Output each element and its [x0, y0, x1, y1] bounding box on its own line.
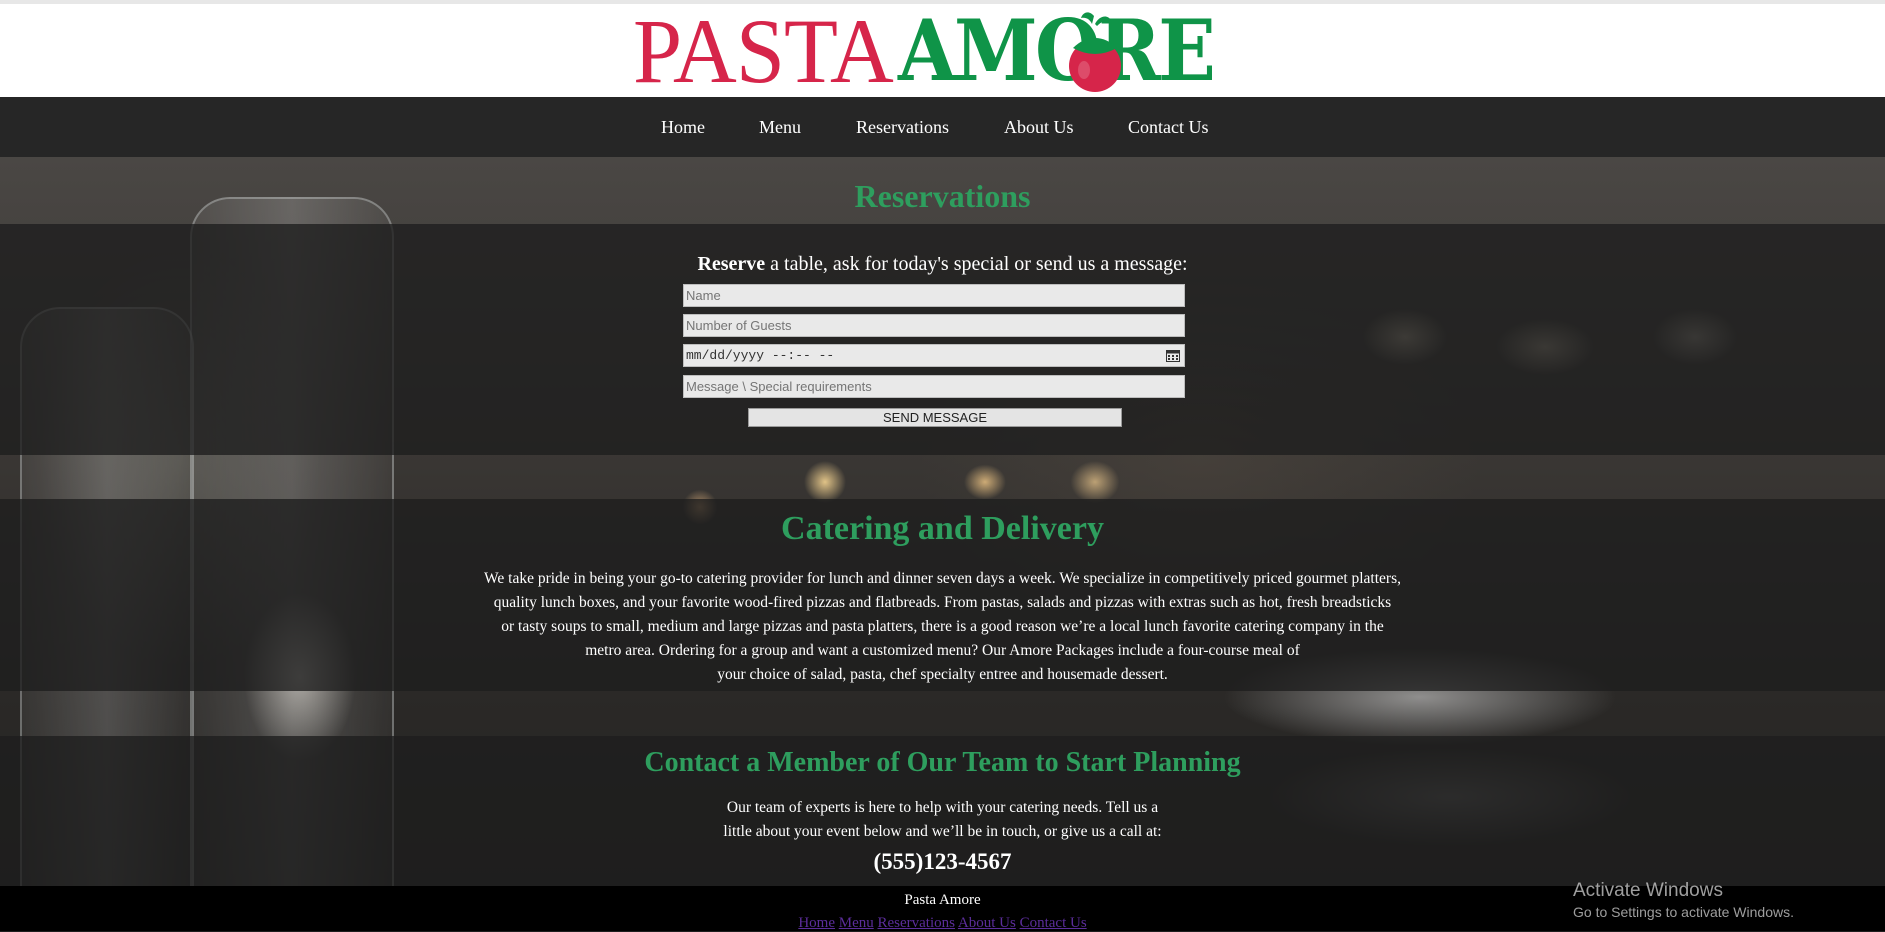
reservations-title: Reservations — [854, 178, 1031, 214]
contact-title: Contact a Member of Our Team to Start Pl… — [644, 747, 1241, 778]
logo-amore-text: AMORE — [897, 1, 1216, 100]
catering-line: We take pride in being your go-to cateri… — [484, 570, 1401, 587]
site-logo[interactable]: PASTA AMORE — [633, 0, 1239, 102]
nav-about-us[interactable]: About Us — [1004, 117, 1074, 138]
catering-line: quality lunch boxes, and your favorite w… — [493, 594, 1392, 611]
reserve-bold-text: Reserve — [697, 253, 766, 275]
logo-pasta-text: PASTA — [633, 0, 894, 102]
catering-title: Catering and Delivery — [781, 510, 1104, 547]
watermark-subtitle: Go to Settings to activate Windows. — [1573, 904, 1794, 920]
send-message-button[interactable]: SEND MESSAGE — [748, 408, 1122, 427]
footer-link-reservations[interactable]: Reservations — [878, 915, 955, 931]
footer-link-home[interactable]: Home — [798, 915, 835, 931]
contact-line: little about your event below and we’ll … — [723, 823, 1162, 840]
catering-line: or tasty soups to small, medium and larg… — [501, 618, 1384, 635]
activate-windows-watermark: Activate Windows Go to Settings to activ… — [1573, 880, 1794, 920]
tomato-icon — [1069, 12, 1121, 92]
nav-contact-us[interactable]: Contact Us — [1128, 117, 1209, 138]
datetime-value: mm/dd/yyyy --:-- -- — [686, 348, 835, 363]
footer-link-about-us[interactable]: About Us — [958, 915, 1016, 931]
catering-line: metro area. Ordering for a group and wan… — [585, 642, 1300, 659]
contact-line: Our team of experts is here to help with… — [726, 799, 1159, 816]
calendar-icon[interactable] — [1166, 349, 1180, 362]
contact-text: Our team of experts is here to help with… — [0, 796, 1885, 844]
nav-reservations[interactable]: Reservations — [856, 117, 949, 138]
nav-menu[interactable]: Menu — [759, 117, 801, 138]
catering-line: your choice of salad, pasta, chef specia… — [717, 666, 1168, 683]
reserve-intro-text: a table, ask for today's special or send… — [765, 253, 1188, 275]
reservations-intro: Reserve a table, ask for today's special… — [0, 253, 1885, 276]
site-header: PASTA AMORE — [0, 4, 1885, 97]
main-nav: Home Menu Reservations About Us Contact … — [0, 97, 1885, 157]
name-input[interactable]: Name — [683, 284, 1185, 307]
catering-text: We take pride in being your go-to cateri… — [0, 567, 1885, 687]
watermark-title: Activate Windows — [1573, 880, 1723, 901]
footer-link-menu[interactable]: Menu — [839, 915, 874, 931]
guests-input[interactable]: Number of Guests — [683, 314, 1185, 337]
phone-number[interactable]: (555)123-4567 — [0, 849, 1885, 875]
nav-home[interactable]: Home — [661, 117, 705, 138]
footer-link-contact-us[interactable]: Contact Us — [1020, 915, 1087, 931]
datetime-input[interactable]: mm/dd/yyyy --:-- -- — [683, 344, 1185, 367]
message-input[interactable]: Message \ Special requirements — [683, 375, 1185, 398]
